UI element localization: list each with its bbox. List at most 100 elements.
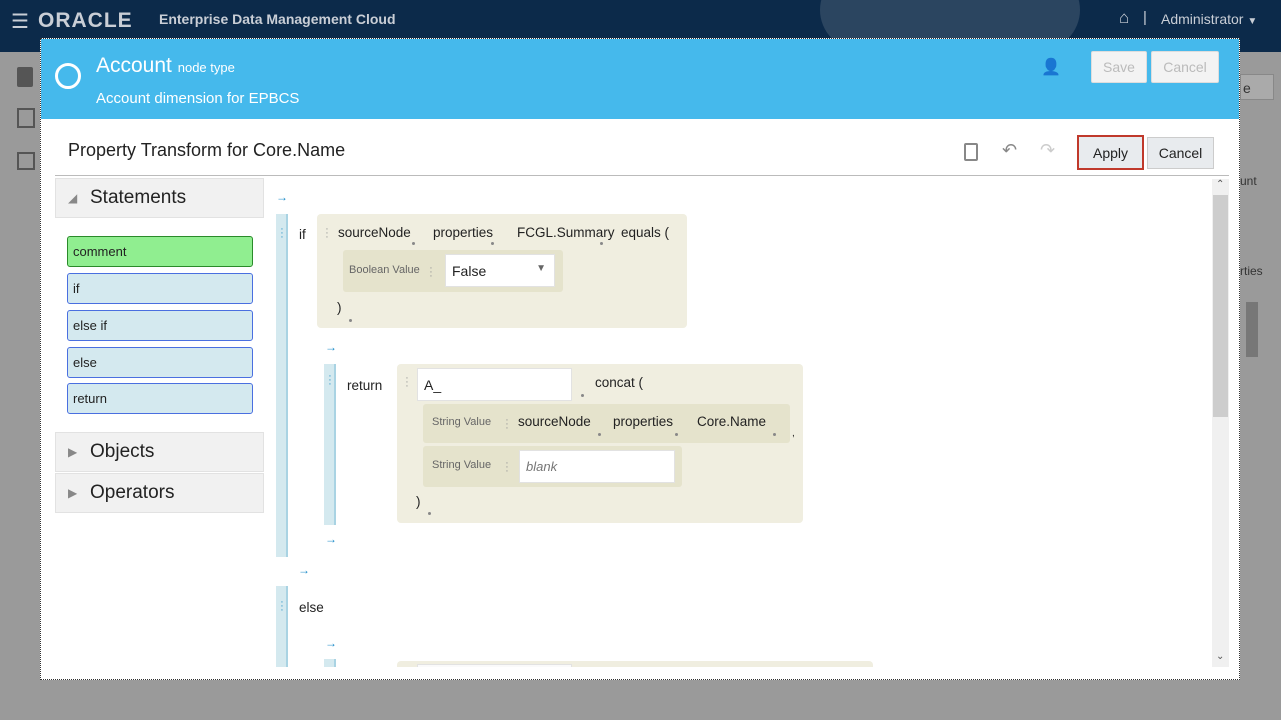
dot-operator xyxy=(600,242,603,245)
dot-operator xyxy=(598,433,601,436)
drag-handle-icon[interactable]: · · · xyxy=(505,458,509,477)
insert-arrow-icon[interactable]: → xyxy=(298,563,310,577)
drag-handle-icon[interactable]: · · · xyxy=(405,373,409,392)
drag-handle-icon[interactable]: · · · xyxy=(325,224,329,243)
method-token[interactable]: concat ( xyxy=(595,375,643,390)
scrollbar-thumb[interactable] xyxy=(1213,195,1228,417)
dialog-header: Account node type Account dimension for … xyxy=(41,39,1239,119)
scroll-up-icon[interactable]: ⌃ xyxy=(1216,179,1224,190)
collapse-triangle-icon: ◢ xyxy=(68,191,78,205)
divider: | xyxy=(1143,9,1147,26)
comma: , xyxy=(792,428,795,439)
background-scrollbar xyxy=(1246,302,1258,357)
oracle-logo: ORACLE xyxy=(38,9,133,32)
token[interactable]: properties xyxy=(613,414,673,429)
dot-operator xyxy=(491,242,494,245)
checklist-icon[interactable] xyxy=(17,152,35,170)
chevron-down-icon: ▼ xyxy=(1247,16,1258,27)
apply-button[interactable]: Apply xyxy=(1077,135,1144,170)
operators-section-header[interactable]: ▶ Operators xyxy=(55,473,264,513)
insert-arrow-icon[interactable]: → xyxy=(325,636,337,650)
statement-comment[interactable]: comment xyxy=(67,236,253,267)
token[interactable]: Core.Name xyxy=(697,414,766,429)
code-editor[interactable]: → · · · if · · · sourceNode properties FCGL.… xyxy=(276,179,1229,667)
redo-icon[interactable]: ↷ xyxy=(1040,140,1055,161)
background-text: unt xyxy=(1240,174,1257,188)
select-value: False xyxy=(452,262,487,279)
scroll-down-icon[interactable]: ⌄ xyxy=(1216,651,1224,662)
close-paren: ) xyxy=(416,494,421,509)
undo-icon[interactable]: ↶ xyxy=(1002,140,1017,161)
drag-handle-icon[interactable]: · · · xyxy=(505,415,509,434)
return-block-bar[interactable] xyxy=(324,659,336,667)
user-help-icon[interactable]: 👤 xyxy=(1041,57,1061,77)
close-paren: ) xyxy=(337,300,342,315)
clipboard-icon[interactable] xyxy=(17,67,33,87)
boolean-parameter: Boolean Value · · · False ▼ xyxy=(343,250,563,292)
drag-handle-icon[interactable]: · · · xyxy=(429,263,433,282)
transform-title: Property Transform for Core.Name xyxy=(68,140,346,160)
dot-operator xyxy=(428,512,431,515)
string-literal-input[interactable]: A_ xyxy=(417,368,572,401)
node-type-icon xyxy=(55,63,81,89)
divider xyxy=(55,175,1229,176)
statement-if[interactable]: if xyxy=(67,273,253,304)
token[interactable]: sourceNode xyxy=(518,414,591,429)
drag-handle-icon[interactable]: · · · xyxy=(280,224,284,243)
insert-arrow-icon[interactable]: → xyxy=(325,340,337,354)
input-value: A_ xyxy=(424,376,442,393)
boolean-select[interactable]: False ▼ xyxy=(445,254,555,287)
background-right: e unt rties xyxy=(1240,52,1281,720)
home-icon[interactable]: ⌂ xyxy=(1119,8,1129,28)
copy-icon[interactable] xyxy=(964,143,978,161)
if-block-bar[interactable] xyxy=(276,214,288,557)
background-sidebar xyxy=(0,52,40,720)
return-expression xyxy=(397,661,873,667)
string-parameter-1: String Value · · · sourceNode properties C… xyxy=(423,404,790,443)
background-button: e xyxy=(1240,74,1274,100)
save-button[interactable]: Save xyxy=(1091,51,1147,83)
title-text: Account xyxy=(96,54,172,77)
dot-operator xyxy=(581,394,584,397)
section-label: Objects xyxy=(90,441,155,462)
token[interactable]: FCGL.Summary xyxy=(517,225,615,240)
objects-section-header[interactable]: ▶ Objects xyxy=(55,432,264,472)
section-label: Operators xyxy=(90,482,175,503)
statements-section-header[interactable]: ◢ Statements xyxy=(55,178,264,218)
dot-operator xyxy=(675,433,678,436)
app-title: Enterprise Data Management Cloud xyxy=(159,11,396,27)
drag-handle-icon[interactable]: · · · xyxy=(328,371,332,390)
condition-expression: · · · sourceNode properties FCGL.Summary e… xyxy=(317,214,687,328)
statement-else[interactable]: else xyxy=(67,347,253,378)
statement-else-if[interactable]: else if xyxy=(67,310,253,341)
else-keyword: else xyxy=(299,600,324,615)
dot-operator xyxy=(412,242,415,245)
insert-arrow-icon[interactable]: → xyxy=(325,532,337,546)
dialog-cancel-button[interactable]: Cancel xyxy=(1151,51,1219,83)
string-value-input[interactable] xyxy=(519,450,675,483)
section-label: Statements xyxy=(90,187,187,208)
background-text: rties xyxy=(1240,264,1263,278)
param-label: String Value xyxy=(432,459,492,471)
compare-icon[interactable] xyxy=(17,108,35,128)
param-label: String Value xyxy=(432,416,492,428)
token[interactable]: equals ( xyxy=(621,225,669,240)
return-expression: · · · A_ concat ( String Value · · · sourceN… xyxy=(397,364,803,523)
statement-return[interactable]: return xyxy=(67,383,253,414)
editor-scrollbar[interactable]: ⌃ ⌄ xyxy=(1212,179,1229,667)
title-suffix: node type xyxy=(177,60,235,75)
insert-arrow-icon[interactable]: → xyxy=(276,190,288,204)
dialog-title: Account node type xyxy=(96,54,235,78)
token[interactable]: properties xyxy=(433,225,493,240)
return-keyword: return xyxy=(347,378,383,393)
drag-handle-icon[interactable]: · · · xyxy=(280,597,284,616)
dot-operator xyxy=(349,319,352,322)
string-literal-input[interactable] xyxy=(417,664,572,667)
expand-triangle-icon: ▶ xyxy=(68,486,78,500)
token[interactable]: sourceNode xyxy=(338,225,411,240)
user-menu[interactable]: Administrator ▼ xyxy=(1161,11,1257,27)
dot-operator xyxy=(773,433,776,436)
chevron-down-icon: ▼ xyxy=(536,263,546,274)
transform-cancel-button[interactable]: Cancel xyxy=(1147,137,1214,169)
hamburger-menu-icon[interactable]: ☰ xyxy=(11,9,29,34)
